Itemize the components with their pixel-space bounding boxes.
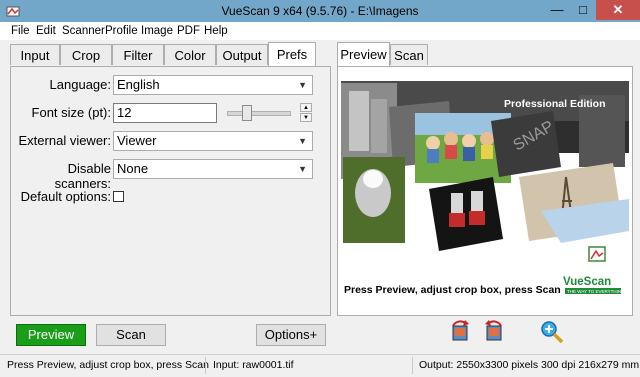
splash-collage: SNAP Professional Edition Press Preview,… xyxy=(341,81,629,309)
tab-crop[interactable]: Crop xyxy=(60,44,112,65)
disable-scanners-select[interactable]: None ▼ xyxy=(113,159,313,179)
scan-button[interactable]: Scan xyxy=(96,324,166,346)
tab-scan[interactable]: Scan xyxy=(390,44,428,65)
font-size-input[interactable]: 12 xyxy=(113,103,217,123)
rotate-left-icon[interactable] xyxy=(449,320,473,344)
tab-preview[interactable]: Preview xyxy=(337,42,390,66)
external-viewer-value: Viewer xyxy=(117,133,157,148)
menu-profile[interactable]: Profile xyxy=(105,25,138,37)
tab-color[interactable]: Color xyxy=(164,44,216,65)
menu-scanner[interactable]: Scanner xyxy=(62,25,105,37)
options-button[interactable]: Options+ xyxy=(256,324,326,346)
tab-input[interactable]: Input xyxy=(10,44,60,65)
preview-button[interactable]: Preview xyxy=(16,324,86,346)
menu-file[interactable]: File xyxy=(11,25,30,37)
preview-panel: SNAP Professional Edition Press Preview,… xyxy=(337,66,633,316)
rotate-right-icon[interactable] xyxy=(481,320,505,344)
status-message: Press Preview, adjust crop box, press Sc… xyxy=(7,359,209,371)
status-divider xyxy=(205,357,206,374)
font-size-spin-down[interactable]: ▼ xyxy=(300,113,312,122)
app-window: VueScan 9 x64 (9.5.76) - E:\Imagens — □ … xyxy=(0,0,640,377)
zoom-in-icon[interactable] xyxy=(540,320,564,344)
language-label: Language: xyxy=(49,77,111,92)
status-divider xyxy=(412,357,413,374)
maximize-button[interactable]: □ xyxy=(570,0,596,20)
right-tab-strip: Preview Scan xyxy=(337,42,457,66)
language-select[interactable]: English ▼ xyxy=(113,75,313,95)
disable-scanners-label: Disable scanners: xyxy=(54,161,111,191)
status-bar: Press Preview, adjust crop box, press Sc… xyxy=(0,354,640,377)
logo-text: VueScan xyxy=(563,276,611,288)
menu-edit[interactable]: Edit xyxy=(36,25,56,37)
language-value: English xyxy=(117,77,160,92)
logo-tagline: THE WAY TO EVERYTHING xyxy=(567,289,625,294)
menu-bar: File Edit Scanner Profile Image PDF Help xyxy=(0,22,640,40)
tab-prefs[interactable]: Prefs xyxy=(268,42,316,66)
font-size-spin-up[interactable]: ▲ xyxy=(300,103,312,112)
title-bar[interactable]: VueScan 9 x64 (9.5.76) - E:\Imagens — □ … xyxy=(0,0,640,22)
edition-text: Professional Edition xyxy=(504,98,606,110)
chevron-down-icon: ▼ xyxy=(298,80,307,90)
menu-image[interactable]: Image xyxy=(141,25,173,37)
default-options-checkbox[interactable] xyxy=(113,191,124,202)
chevron-down-icon: ▼ xyxy=(298,136,307,146)
font-size-slider-track[interactable] xyxy=(227,111,291,116)
disable-scanners-value: None xyxy=(117,161,149,176)
status-output: Output: 2550x3300 pixels 300 dpi 216x279… xyxy=(419,359,640,371)
menu-help[interactable]: Help xyxy=(204,25,228,37)
tab-filter[interactable]: Filter xyxy=(112,44,164,65)
chevron-down-icon: ▼ xyxy=(298,164,307,174)
font-size-slider-thumb[interactable] xyxy=(242,105,253,121)
left-tab-strip: Input Crop Filter Color Output Prefs xyxy=(10,42,330,66)
default-options-label: Default options: xyxy=(20,189,111,204)
font-size-label: Font size (pt): xyxy=(31,105,111,120)
tab-output[interactable]: Output xyxy=(216,44,268,65)
preview-image[interactable]: SNAP Professional Edition Press Preview,… xyxy=(341,81,629,309)
external-viewer-label: External viewer: xyxy=(18,133,111,148)
external-viewer-select[interactable]: Viewer ▼ xyxy=(113,131,313,151)
close-button[interactable]: ✕ xyxy=(596,0,640,20)
preview-caption: Press Preview, adjust crop box, press Sc… xyxy=(344,284,561,296)
prefs-panel: Language: English ▼ Font size (pt): 12 ▲… xyxy=(10,66,331,316)
status-input: Input: raw0001.tif xyxy=(213,359,294,371)
minimize-button[interactable]: — xyxy=(544,0,570,20)
menu-pdf[interactable]: PDF xyxy=(177,25,200,37)
